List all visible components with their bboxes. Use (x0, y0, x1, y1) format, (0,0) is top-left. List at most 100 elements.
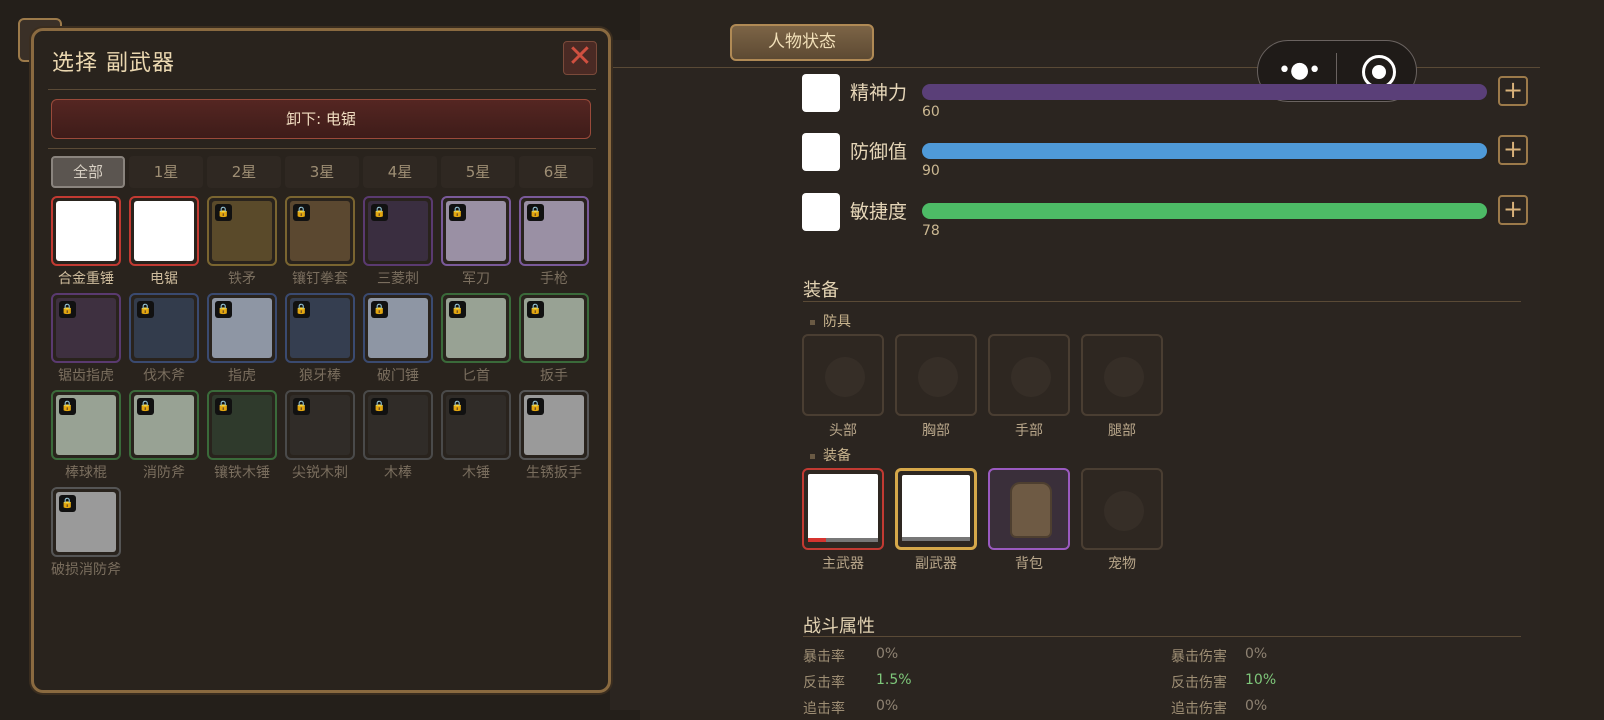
add-stat-button[interactable]: + (1498, 135, 1528, 165)
tab-5-star[interactable]: 5星 (441, 156, 515, 188)
weapon-name: 尖锐木刺 (292, 465, 348, 481)
select-weapon-modal: 选择 副武器 ✕ 卸下: 电锯 全部 1星 2星 3星 4星 5星 6星 合金重… (31, 28, 611, 693)
lock-icon: 🔒 (59, 495, 76, 512)
unequip-button[interactable]: 卸下: 电锯 (51, 99, 591, 139)
weapon-item[interactable]: 🔒 (285, 293, 355, 363)
boots-icon (1104, 357, 1144, 397)
lock-icon: 🔒 (215, 301, 232, 318)
weapon-item[interactable]: 🔒 (441, 293, 511, 363)
slot-chest[interactable] (895, 334, 977, 416)
weapon-name: 木棒 (384, 465, 412, 481)
lock-icon: 🔒 (293, 301, 310, 318)
armor-icon (918, 357, 958, 397)
backpack-icon (1010, 482, 1052, 538)
weapon-name: 狼牙棒 (299, 368, 341, 384)
weapon-name: 三菱刺 (377, 271, 419, 287)
stat-name: 精神力 (850, 82, 908, 104)
tab-all[interactable]: 全部 (51, 156, 125, 188)
weapon-item[interactable] (51, 196, 121, 266)
lock-icon: 🔒 (371, 398, 388, 415)
weapon-name: 扳手 (540, 368, 568, 384)
tab-3-star[interactable]: 3星 (285, 156, 359, 188)
stat-icon (802, 74, 840, 112)
slot-main-weapon[interactable] (802, 468, 884, 550)
durability-bar (902, 537, 970, 541)
lock-icon: 🔒 (137, 301, 154, 318)
section-divider (803, 301, 1521, 302)
stat-value: 78 (922, 223, 940, 239)
combat-title: 战斗属性 (803, 616, 875, 637)
slot-backpack[interactable] (988, 468, 1070, 550)
slot-label: 手部 (1015, 423, 1043, 439)
stat-value: 90 (922, 163, 940, 179)
slot-label: 主武器 (822, 556, 864, 572)
weapon-name: 匕首 (462, 368, 490, 384)
slot-legs[interactable] (1081, 334, 1163, 416)
slot-pet[interactable] (1081, 468, 1163, 550)
screen-title: 人物状态 (730, 24, 874, 61)
weapon-icon (134, 201, 194, 261)
tab-6-star[interactable]: 6星 (519, 156, 593, 188)
tab-1-star[interactable]: 1星 (129, 156, 203, 188)
slot-label: 胸部 (922, 423, 950, 439)
slot-label: 背包 (1015, 556, 1043, 572)
slot-label: 腿部 (1108, 423, 1136, 439)
weapon-name: 手枪 (540, 271, 568, 287)
lock-icon: 🔒 (59, 301, 76, 318)
weapon-name: 生锈扳手 (526, 465, 582, 481)
lock-icon: 🔒 (137, 398, 154, 415)
pet-icon (1104, 491, 1144, 531)
combat-value: 0% (1245, 698, 1268, 714)
slot-sub-weapon[interactable] (895, 468, 977, 550)
weapon-item[interactable]: 🔒 (363, 293, 433, 363)
weapon-item[interactable]: 🔒 (51, 390, 121, 460)
combat-label: 反击伤害 (1171, 675, 1227, 691)
slot-head[interactable] (802, 334, 884, 416)
lock-icon: 🔒 (449, 398, 466, 415)
combat-value: 0% (876, 646, 899, 662)
weapon-item[interactable]: 🔒 (519, 390, 589, 460)
weapon-item[interactable]: 🔒 (441, 196, 511, 266)
lock-icon: 🔒 (449, 301, 466, 318)
weapon-name: 锯齿指虎 (58, 368, 114, 384)
add-stat-button[interactable]: + (1498, 76, 1528, 106)
lock-icon: 🔒 (527, 398, 544, 415)
weapon-item[interactable]: 🔒 (129, 293, 199, 363)
tab-4-star[interactable]: 4星 (363, 156, 437, 188)
stat-name: 防御值 (850, 141, 908, 163)
lock-icon: 🔒 (527, 204, 544, 221)
combat-value: 1.5% (876, 672, 912, 688)
modal-title: 选择 副武器 (52, 51, 175, 76)
weapon-item[interactable]: 🔒 (519, 196, 589, 266)
weapon-item[interactable]: 🔒 (207, 293, 277, 363)
stat-bar (922, 203, 1487, 219)
weapon-item[interactable]: 🔒 (363, 196, 433, 266)
weapon-item[interactable]: 🔒 (207, 196, 277, 266)
glove-icon (1011, 357, 1051, 397)
stat-row-spirit: 精神力 60 + (802, 74, 1532, 130)
weapon-item[interactable]: 🔒 (285, 196, 355, 266)
helmet-icon (825, 357, 865, 397)
weapon-item[interactable]: 🔒 (363, 390, 433, 460)
stat-icon (802, 193, 840, 231)
combat-value: 10% (1245, 672, 1277, 688)
combat-label: 追击率 (803, 701, 845, 717)
lock-icon: 🔒 (527, 301, 544, 318)
tab-2-star[interactable]: 2星 (207, 156, 281, 188)
weapon-item[interactable] (129, 196, 199, 266)
section-divider (803, 636, 1521, 637)
durability-bar (808, 538, 878, 542)
add-stat-button[interactable]: + (1498, 195, 1528, 225)
combat-label: 反击率 (803, 675, 845, 691)
slot-hands[interactable] (988, 334, 1070, 416)
weapon-item[interactable]: 🔒 (519, 293, 589, 363)
star-filter-tabs: 全部 1星 2星 3星 4星 5星 6星 (51, 156, 593, 188)
weapon-item[interactable]: 🔒 (207, 390, 277, 460)
close-icon[interactable]: ✕ (563, 41, 597, 75)
weapon-item[interactable]: 🔒 (285, 390, 355, 460)
weapon-item[interactable]: 🔒 (129, 390, 199, 460)
weapon-item[interactable]: 🔒 (51, 487, 121, 557)
weapon-item[interactable]: 🔒 (441, 390, 511, 460)
weapon-name: 木锤 (462, 465, 490, 481)
weapon-item[interactable]: 🔒 (51, 293, 121, 363)
